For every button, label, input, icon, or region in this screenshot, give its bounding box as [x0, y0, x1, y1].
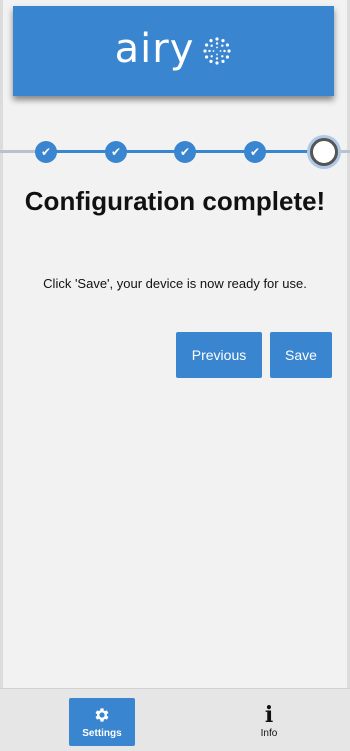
- checkmark-icon: ✔: [110, 145, 122, 159]
- checkmark-icon: ✔: [179, 145, 191, 159]
- step-1-complete: ✔: [35, 141, 57, 163]
- completion-message: Click 'Save', your device is now ready f…: [43, 276, 307, 291]
- gear-icon: [93, 705, 111, 725]
- stepper-lead-line: [0, 150, 38, 153]
- bottom-navigation: Settings i Info: [0, 688, 350, 751]
- nav-settings[interactable]: Settings: [69, 698, 135, 746]
- sunburst-logo-icon: [203, 37, 231, 65]
- checkmark-icon: ✔: [40, 145, 52, 159]
- previous-button[interactable]: Previous: [176, 332, 262, 378]
- step-2-complete: ✔: [105, 141, 127, 163]
- nav-info-label: Info: [260, 728, 278, 739]
- step-3-complete: ✔: [174, 141, 196, 163]
- nav-info[interactable]: i Info: [236, 698, 302, 746]
- app-screen: airy ✔ ✔ ✔ ✔ Configuration complete! Cli…: [0, 0, 350, 751]
- step-5-current: [310, 138, 338, 166]
- logo-text: airy: [114, 26, 195, 72]
- progress-stepper: ✔ ✔ ✔ ✔: [0, 136, 350, 166]
- page-title: Configuration complete!: [24, 186, 326, 216]
- nav-settings-label: Settings: [82, 728, 122, 739]
- step-4-complete: ✔: [244, 141, 266, 163]
- app-header: airy: [13, 6, 334, 96]
- save-button[interactable]: Save: [270, 332, 332, 378]
- left-edge: [0, 0, 3, 751]
- info-icon: i: [264, 702, 274, 728]
- checkmark-icon: ✔: [249, 145, 261, 159]
